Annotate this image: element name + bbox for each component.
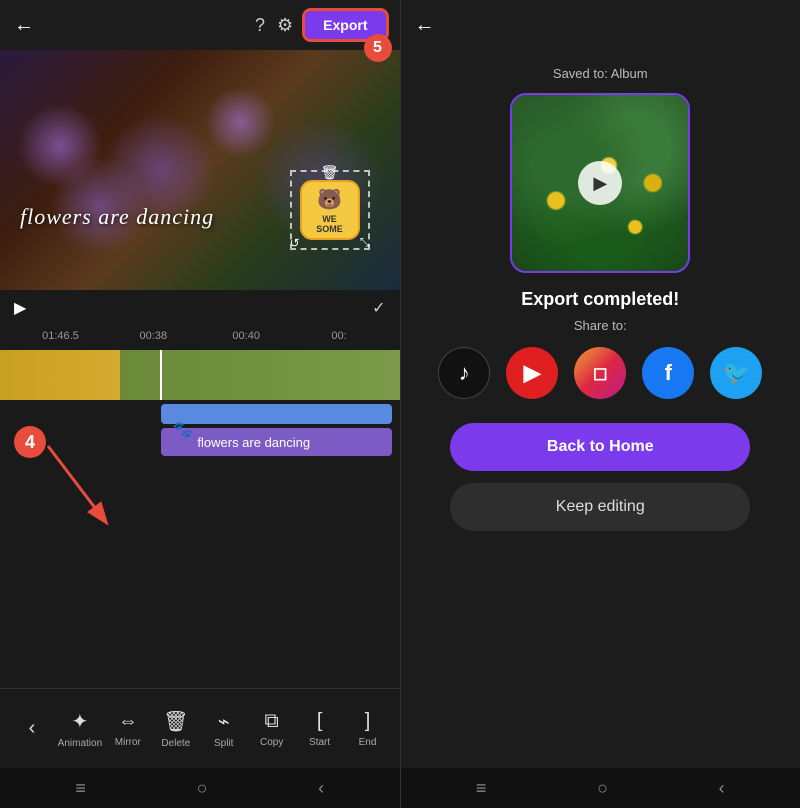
video-strip[interactable] xyxy=(0,350,400,400)
twitter-share-button[interactable]: 🐦 xyxy=(710,347,762,399)
animation-label: Animation xyxy=(58,738,102,749)
timeline-controls-row: ▶ ✓ xyxy=(0,290,400,326)
video-strip-inner xyxy=(0,350,400,400)
keep-editing-button[interactable]: Keep editing xyxy=(450,483,750,531)
export-complete-text: Export completed! xyxy=(521,289,679,310)
copy-icon: ⧉ xyxy=(265,710,279,733)
delete-icon: 🗑 xyxy=(163,709,188,734)
right-nav-home-icon[interactable]: ○ xyxy=(597,778,608,799)
tool-split[interactable]: ⌁ Split xyxy=(200,709,248,749)
check-icon[interactable]: ✓ xyxy=(372,298,385,318)
instagram-icon: ◻ xyxy=(593,363,608,384)
mirror-label: Mirror xyxy=(115,737,141,748)
help-icon[interactable]: ? xyxy=(255,15,265,36)
right-back-button[interactable]: ← xyxy=(415,14,435,37)
facebook-share-button[interactable]: f xyxy=(642,347,694,399)
right-panel: ← Saved to: Album ▶ Export completed! Sh… xyxy=(401,0,800,808)
end-label: End xyxy=(359,737,377,748)
time-marker-3: 00:40 xyxy=(200,330,293,342)
thumbnail-play-button[interactable]: ▶ xyxy=(578,161,622,205)
saved-label: Saved to: Album xyxy=(401,66,800,81)
animation-icon: ✦ xyxy=(72,709,89,734)
tool-copy[interactable]: ⧉ Copy xyxy=(248,710,296,748)
tool-end[interactable]: ] End xyxy=(344,710,392,748)
text-track-icon: 🐾 xyxy=(173,420,193,440)
header-right: ? ⚙ Export xyxy=(255,11,386,39)
tool-start[interactable]: [ Start xyxy=(296,710,344,748)
back-to-home-button[interactable]: Back to Home xyxy=(450,423,750,471)
split-label: Split xyxy=(214,738,233,749)
back-tool-icon: ‹ xyxy=(29,717,36,740)
tiktok-icon: ♪ xyxy=(459,360,470,386)
sticker-box[interactable]: 🗑 🐻 WE SOME ⤡ ↺ xyxy=(290,170,370,250)
facebook-icon: f xyxy=(665,360,672,386)
sticker-rotate-icon[interactable]: ↺ xyxy=(290,236,300,250)
sticker-resize-icon[interactable]: ⤡ xyxy=(360,235,370,250)
start-icon: [ xyxy=(317,710,323,733)
strip-segment-yellow xyxy=(0,350,120,400)
sticker-content: 🐻 WE SOME xyxy=(300,180,360,240)
tracks-wrapper: 4 🐾 xyxy=(0,346,400,688)
start-label: Start xyxy=(309,737,330,748)
video-preview: flowers are dancing 🗑 🐻 WE SOME ⤡ ↺ xyxy=(0,50,400,290)
mirror-icon: ⇔ xyxy=(118,710,138,733)
time-marker-1: 01:46.5 xyxy=(14,330,107,342)
bottom-toolbar: ‹ ✦ Animation ⇔ Mirror 🗑 Delete ⌁ Split … xyxy=(0,688,400,768)
tiktok-share-button[interactable]: ♪ xyxy=(438,347,490,399)
settings-icon[interactable]: ⚙ xyxy=(277,15,293,36)
time-ruler: 01:46.5 00:38 00:40 00: xyxy=(0,326,400,346)
sticker-delete-icon[interactable]: 🗑 xyxy=(321,164,339,181)
sticker-text-some: SOME xyxy=(316,224,343,234)
timeline-area: ▶ ✓ 01:46.5 00:38 00:40 00: 4 xyxy=(0,290,400,808)
sticker-track[interactable] xyxy=(161,404,391,424)
youtube-share-button[interactable]: ▶ xyxy=(506,347,558,399)
step-5-badge: 5 xyxy=(364,34,392,62)
step-4-badge: 4 xyxy=(14,426,46,458)
tool-back[interactable]: ‹ xyxy=(8,717,56,740)
delete-label: Delete xyxy=(161,738,190,749)
time-marker-2: 00:38 xyxy=(107,330,200,342)
text-track-container: 🐾 flowers are dancing xyxy=(8,404,392,456)
sticker-emoji: 🐻 xyxy=(317,187,342,212)
export-thumbnail[interactable]: ▶ xyxy=(510,93,690,273)
timeline-cursor xyxy=(160,350,162,400)
nav-back-icon[interactable]: ‹ xyxy=(318,778,324,799)
share-icons: ♪ ▶ ◻ f 🐦 xyxy=(438,347,762,399)
instagram-share-button[interactable]: ◻ xyxy=(574,347,626,399)
tool-delete[interactable]: 🗑 Delete xyxy=(152,709,200,749)
tool-mirror[interactable]: ⇔ Mirror xyxy=(104,710,152,748)
video-text-overlay: flowers are dancing xyxy=(20,204,214,230)
sticker-text-we: WE xyxy=(322,214,337,224)
play-button[interactable]: ▶ xyxy=(14,298,26,318)
twitter-icon: 🐦 xyxy=(723,360,750,386)
nav-menu-icon[interactable]: ≡ xyxy=(75,778,86,799)
share-label: Share to: xyxy=(574,318,627,333)
left-header: ← ? ⚙ Export xyxy=(0,0,400,50)
bottom-nav-left: ≡ ○ ‹ xyxy=(0,768,400,808)
right-header: ← xyxy=(401,0,800,50)
copy-label: Copy xyxy=(260,737,283,748)
tool-animation[interactable]: ✦ Animation xyxy=(56,709,104,749)
right-nav-menu-icon[interactable]: ≡ xyxy=(476,778,487,799)
back-button[interactable]: ← xyxy=(14,14,34,37)
right-nav-back-icon[interactable]: ‹ xyxy=(719,778,725,799)
text-track[interactable]: flowers are dancing xyxy=(161,428,391,456)
end-icon: ] xyxy=(365,710,371,733)
split-icon: ⌁ xyxy=(218,709,230,734)
time-marker-4: 00: xyxy=(293,330,386,342)
left-panel: ← ? ⚙ Export 5 flowers are dancing 🗑 🐻 W… xyxy=(0,0,400,808)
video-background: flowers are dancing 🗑 🐻 WE SOME ⤡ ↺ xyxy=(0,50,400,290)
youtube-icon: ▶ xyxy=(524,360,541,386)
right-bottom-nav: ≡ ○ ‹ xyxy=(401,768,800,808)
nav-home-icon[interactable]: ○ xyxy=(197,778,208,799)
